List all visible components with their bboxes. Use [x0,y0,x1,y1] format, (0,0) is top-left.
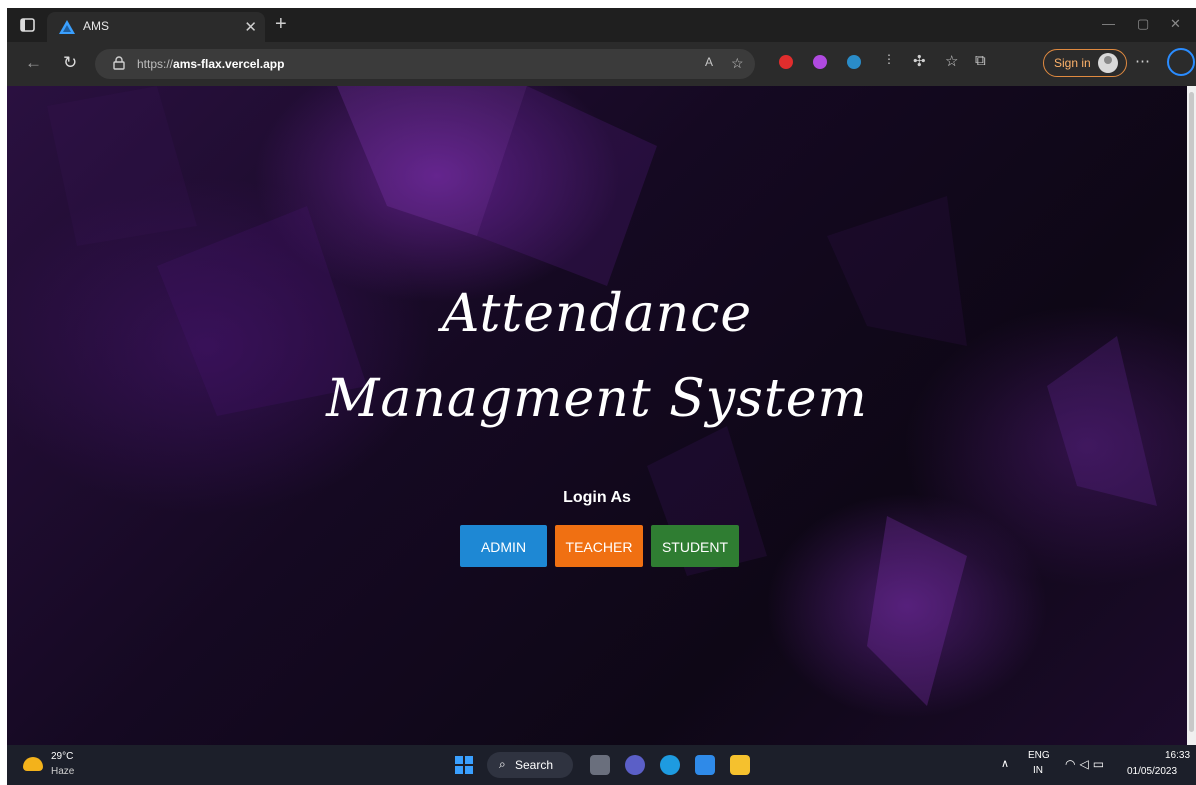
teams-chat-icon[interactable] [625,755,645,775]
sign-in-label: Sign in [1054,56,1091,70]
sign-in-button[interactable]: Sign in [1043,49,1127,77]
ams-favicon-icon [59,20,75,34]
browser-window: AMS ✕ + — ▢ ✕ ← ↻ https://ams-flax.verce… [7,8,1196,785]
windows-taskbar: 29°C Haze ⌕ Search ∧ ENG IN ◠◁▭ 16:33 01… [7,745,1196,785]
region-indicator[interactable]: IN [1033,765,1043,776]
weather-temperature[interactable]: 29°C [51,751,73,762]
clock-date[interactable]: 01/05/2023 [1127,766,1177,777]
tab-title: AMS [83,19,110,33]
address-bar[interactable]: https://ams-flax.vercel.app A ☆ [95,49,755,79]
extension-purple-icon[interactable] [813,55,827,69]
new-tab-icon[interactable]: + [275,12,287,36]
clock-time[interactable]: 16:33 [1165,750,1190,761]
browser-toolbar: ← ↻ https://ams-flax.vercel.app A ☆ ⋮ ✣ … [7,42,1196,86]
weather-haze-icon[interactable] [23,757,43,771]
page-scrollbar[interactable] [1187,86,1196,745]
bing-copilot-icon[interactable] [1167,48,1195,76]
tab-actions-icon[interactable] [19,16,37,34]
teacher-login-button[interactable]: TEACHER [555,525,643,567]
start-windows-icon[interactable] [455,756,473,774]
file-explorer-icon[interactable] [730,755,750,775]
search-icon: ⌕ [499,757,506,771]
taskbar-search[interactable]: ⌕ Search [487,752,573,778]
task-view-icon[interactable] [590,755,610,775]
extensions-puzzle-icon[interactable]: ✣ [913,52,926,70]
url-text[interactable]: https://ams-flax.vercel.app [137,57,284,71]
refresh-icon[interactable]: ↻ [63,53,77,73]
title-line-2: Managment System [326,369,868,429]
student-login-button[interactable]: STUDENT [651,525,739,567]
search-label: Search [515,758,554,772]
admin-login-button[interactable]: ADMIN [460,525,547,567]
browser-tab[interactable]: AMS ✕ [47,12,265,42]
wifi-volume-battery-icons[interactable]: ◠◁▭ [1065,757,1108,771]
web-page: Attendance Managment System Login As ADM… [7,86,1187,745]
tab-bar: AMS ✕ + — ▢ ✕ [7,8,1196,42]
language-indicator[interactable]: ENG [1028,750,1050,761]
favorite-add-icon[interactable]: ☆ [731,55,744,72]
microsoft-store-icon[interactable] [695,755,715,775]
restore-icon[interactable]: ▢ [1137,16,1149,32]
tab-close-icon[interactable]: ✕ [244,18,257,36]
minimize-icon[interactable]: — [1102,16,1115,31]
avatar-icon [1098,53,1118,73]
read-aloud-icon[interactable]: A [705,55,713,69]
window-close-icon[interactable]: ✕ [1170,16,1181,32]
extension-red-icon[interactable] [779,55,793,69]
favorites-icon[interactable]: ☆ [945,52,958,70]
react-devtools-icon[interactable] [847,55,861,69]
show-hidden-icons-icon[interactable]: ∧ [1001,757,1009,770]
collections-icon[interactable]: ⧉ [975,52,986,69]
extension-small-icon[interactable]: ⋮ [883,52,895,66]
weather-condition[interactable]: Haze [51,766,74,777]
lock-icon[interactable] [113,56,125,70]
back-icon[interactable]: ← [25,53,42,73]
title-line-1: Attendance [441,284,753,344]
login-as-label: Login As [563,489,631,506]
edge-browser-icon[interactable] [660,755,680,775]
more-options-icon[interactable]: ⋯ [1135,52,1150,70]
